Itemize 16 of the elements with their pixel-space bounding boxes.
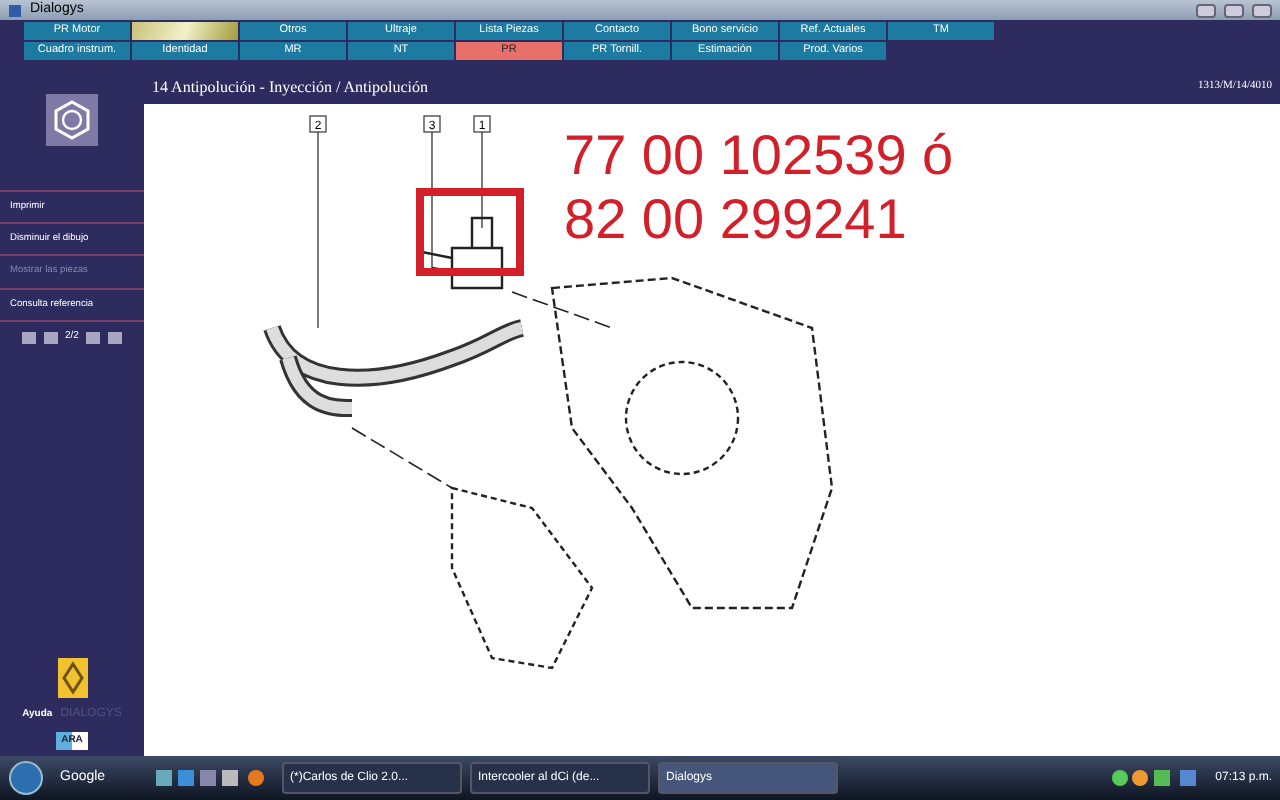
- page-title: 14 Antipolución - Inyección / Antipolución: [152, 75, 428, 99]
- part-number: 77 00 102539 ó: [564, 128, 954, 184]
- previous-page-button[interactable]: [43, 331, 58, 343]
- minimize-button[interactable]: [1196, 3, 1216, 17]
- first-page-button[interactable]: [21, 331, 36, 343]
- last-page-button[interactable]: [108, 331, 123, 343]
- nut-icon[interactable]: [46, 94, 98, 146]
- app-icon: [8, 3, 22, 17]
- tray-icons: [1109, 768, 1200, 788]
- close-button[interactable]: [1252, 3, 1272, 17]
- maximize-button[interactable]: [1224, 3, 1244, 17]
- part-number: 82 00 299241: [564, 192, 907, 248]
- quick-launch-icons[interactable]: [156, 768, 266, 788]
- logo-icon: [57, 657, 87, 697]
- next-page-button[interactable]: [86, 331, 101, 343]
- start-button[interactable]: [8, 760, 44, 796]
